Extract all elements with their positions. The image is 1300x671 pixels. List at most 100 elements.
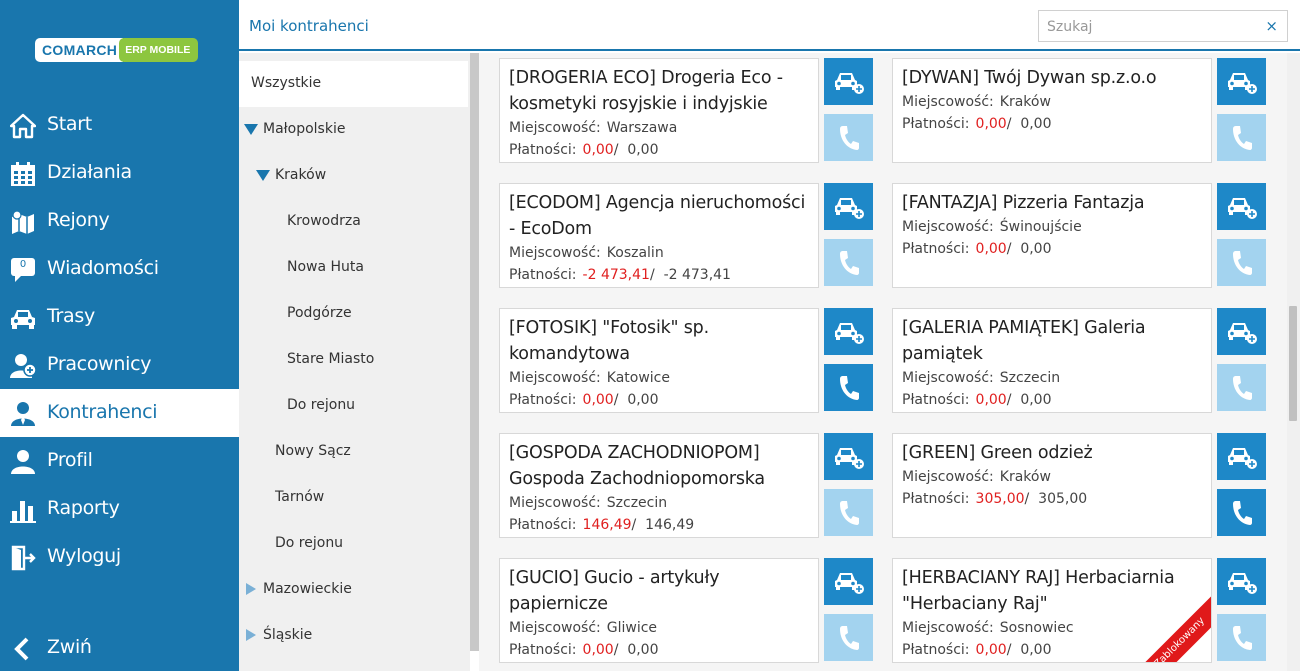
message-icon: 0	[10, 257, 36, 283]
call-button[interactable]	[824, 114, 873, 161]
payment-separator: /	[1006, 241, 1021, 257]
contractor-city-row: Miejscowość: Świnoujście	[902, 216, 1202, 238]
contractor-card-fantazja[interactable]: [FANTAZJA] Pizzeria Fantazja Miejscowość:…	[892, 183, 1266, 288]
tree-item-label: Śląskie	[263, 627, 313, 643]
add-visit-button[interactable]	[824, 308, 873, 355]
nav-item-label: Raporty	[47, 497, 120, 519]
payment-separator: /	[1006, 116, 1021, 132]
collapse-sidebar-button[interactable]: Zwiń	[0, 624, 239, 671]
car-add-icon	[834, 194, 864, 220]
tree-item-nowy-sacz[interactable]: Nowy Sącz	[239, 429, 468, 475]
nav-item-dzialania[interactable]: Działania	[0, 149, 239, 197]
city-label: Miejscowość:	[509, 495, 601, 511]
nav-item-wyloguj[interactable]: Wyloguj	[0, 533, 239, 581]
tree-scrollbar[interactable]	[470, 53, 479, 651]
search-input[interactable]: Szukaj ×	[1038, 10, 1288, 42]
contractor-card-drogeria-eco[interactable]: [DROGERIA ECO] Drogeria Eco - kosmetyki …	[499, 58, 873, 163]
nav-item-profil[interactable]: Profil	[0, 437, 239, 485]
call-button[interactable]	[1217, 614, 1266, 661]
tree-item-mazowieckie[interactable]: Mazowieckie	[239, 567, 468, 613]
call-button[interactable]	[824, 489, 873, 536]
tree-item-do-rejonu-malopolskie[interactable]: Do rejonu	[239, 521, 468, 567]
payments-label: Płatności:	[509, 517, 577, 533]
contractor-card-green[interactable]: [GREEN] Green odzież Miejscowość: Kraków Pł…	[892, 433, 1266, 538]
list-scrollbar-thumb[interactable]	[1289, 306, 1297, 421]
contractor-card-galeria-pamiatek[interactable]: [GALERIA PAMIĄTEK] Galeria pamiątek Miejs…	[892, 308, 1266, 413]
contractor-card-body[interactable]: [FOTOSIK] "Fotosik" sp. komandytowa Miejs…	[499, 308, 819, 413]
add-visit-button[interactable]	[824, 183, 873, 230]
sidebar: COMARCH ERP MOBILE Start Działania Rejon…	[0, 0, 239, 671]
call-button[interactable]	[1217, 489, 1266, 536]
call-button[interactable]	[824, 614, 873, 661]
contractor-card-body[interactable]: [FANTAZJA] Pizzeria Fantazja Miejscowość:…	[892, 183, 1212, 288]
nav-item-kontrahenci[interactable]: Kontrahenci	[0, 389, 239, 437]
add-visit-button[interactable]	[824, 433, 873, 480]
nav-item-trasy[interactable]: Trasy	[0, 293, 239, 341]
contractor-card-body[interactable]: [DROGERIA ECO] Drogeria Eco - kosmetyki …	[499, 58, 819, 163]
add-visit-button[interactable]	[824, 558, 873, 605]
add-visit-button[interactable]	[824, 58, 873, 105]
calendar-icon	[10, 161, 36, 187]
clear-search-icon[interactable]: ×	[1265, 17, 1278, 35]
contractor-card-body[interactable]: [GALERIA PAMIĄTEK] Galeria pamiątek Miejs…	[892, 308, 1212, 413]
nav-item-start[interactable]: Start	[0, 101, 239, 149]
collapsed-arrow-icon[interactable]	[246, 583, 256, 595]
contractor-card-gospoda-zachodniopom[interactable]: [GOSPODA ZACHODNIOPOM] Gospoda Zachodnio…	[499, 433, 873, 538]
tree-item-wszystkie[interactable]: Wszystkie	[239, 61, 468, 107]
call-button[interactable]	[1217, 239, 1266, 286]
city-label: Miejscowość:	[509, 120, 601, 136]
tree-item-nowa-huta[interactable]: Nowa Huta	[239, 245, 468, 291]
tree-item-do-rejonu-krakow[interactable]: Do rejonu	[239, 383, 468, 429]
contractor-city-row: Miejscowość: Katowice	[509, 367, 809, 389]
tree-item-tarnow[interactable]: Tarnów	[239, 475, 468, 521]
tree-item-label: Do rejonu	[275, 535, 344, 551]
nav-item-wiadomosci[interactable]: 0 Wiadomości	[0, 245, 239, 293]
list-scrollbar[interactable]	[1287, 53, 1300, 671]
nav-item-label: Pracownicy	[47, 353, 152, 375]
payments-label: Płatności:	[509, 267, 577, 283]
contractor-card-body[interactable]: [DYWAN] Twój Dywan sp.z.o.o Miejscowość: K…	[892, 58, 1212, 163]
city-label: Miejscowość:	[902, 219, 994, 235]
payment-due: 0,00	[582, 642, 614, 658]
message-count-badge: 0	[19, 259, 27, 270]
nav-item-rejony[interactable]: Rejony	[0, 197, 239, 245]
contractor-card-ecodom[interactable]: [ECODOM] Agencja nieruchomości - EcoDom M…	[499, 183, 873, 288]
contractor-card-dywan[interactable]: [DYWAN] Twój Dywan sp.z.o.o Miejscowość: K…	[892, 58, 1266, 163]
contractor-card-body[interactable]: [GREEN] Green odzież Miejscowość: Kraków Pł…	[892, 433, 1212, 538]
tree-item-podgorze[interactable]: Podgórze	[239, 291, 468, 337]
expanded-arrow-icon[interactable]	[256, 170, 270, 181]
add-visit-button[interactable]	[1217, 558, 1266, 605]
collapsed-arrow-icon[interactable]	[246, 629, 256, 641]
call-button[interactable]	[1217, 364, 1266, 411]
call-button[interactable]	[1217, 114, 1266, 161]
phone-icon	[838, 625, 860, 651]
add-visit-button[interactable]	[1217, 433, 1266, 480]
add-visit-button[interactable]	[1217, 183, 1266, 230]
call-button[interactable]	[824, 364, 873, 411]
tree-item-slaskie[interactable]: Śląskie	[239, 613, 468, 659]
tree-item-krowodrza[interactable]: Krowodrza	[239, 199, 468, 245]
add-visit-button[interactable]	[1217, 58, 1266, 105]
tree-item-krakow[interactable]: Kraków	[239, 153, 468, 199]
contractor-card-herbaciany-raj[interactable]: [HERBACIANY RAJ] Herbaciarnia "Herbacian…	[892, 558, 1266, 663]
nav-item-pracownicy[interactable]: Pracownicy	[0, 341, 239, 389]
brand-logo-left: COMARCH	[35, 38, 124, 62]
nav-item-raporty[interactable]: Raporty	[0, 485, 239, 533]
expanded-arrow-icon[interactable]	[244, 124, 258, 135]
contractor-card-body[interactable]: [ECODOM] Agencja nieruchomości - EcoDom M…	[499, 183, 819, 288]
tree-item-label: Krowodrza	[287, 213, 361, 229]
payment-total: 0,00	[1020, 241, 1052, 257]
contractor-card-gucio[interactable]: [GUCIO] Gucio - artykuły papiernicze Miej…	[499, 558, 873, 663]
call-button[interactable]	[824, 239, 873, 286]
contractor-card-body[interactable]: [HERBACIANY RAJ] Herbaciarnia "Herbacian…	[892, 558, 1212, 663]
tree-item-malopolskie[interactable]: Małopolskie	[239, 107, 468, 153]
tree-item-stare-miasto[interactable]: Stare Miasto	[239, 337, 468, 383]
contractor-city-row: Miejscowość: Szczecin	[509, 492, 809, 514]
car-add-icon	[1227, 69, 1257, 95]
contractor-card-body[interactable]: [GOSPODA ZACHODNIOPOM] Gospoda Zachodnio…	[499, 433, 819, 538]
add-visit-button[interactable]	[1217, 308, 1266, 355]
contractor-card-fotosik[interactable]: [FOTOSIK] "Fotosik" sp. komandytowa Miejs…	[499, 308, 873, 413]
contractor-payments-row: Płatności: 0,00/ 0,00	[509, 639, 809, 661]
payment-due: 0,00	[975, 116, 1007, 132]
contractor-card-body[interactable]: [GUCIO] Gucio - artykuły papiernicze Miej…	[499, 558, 819, 663]
